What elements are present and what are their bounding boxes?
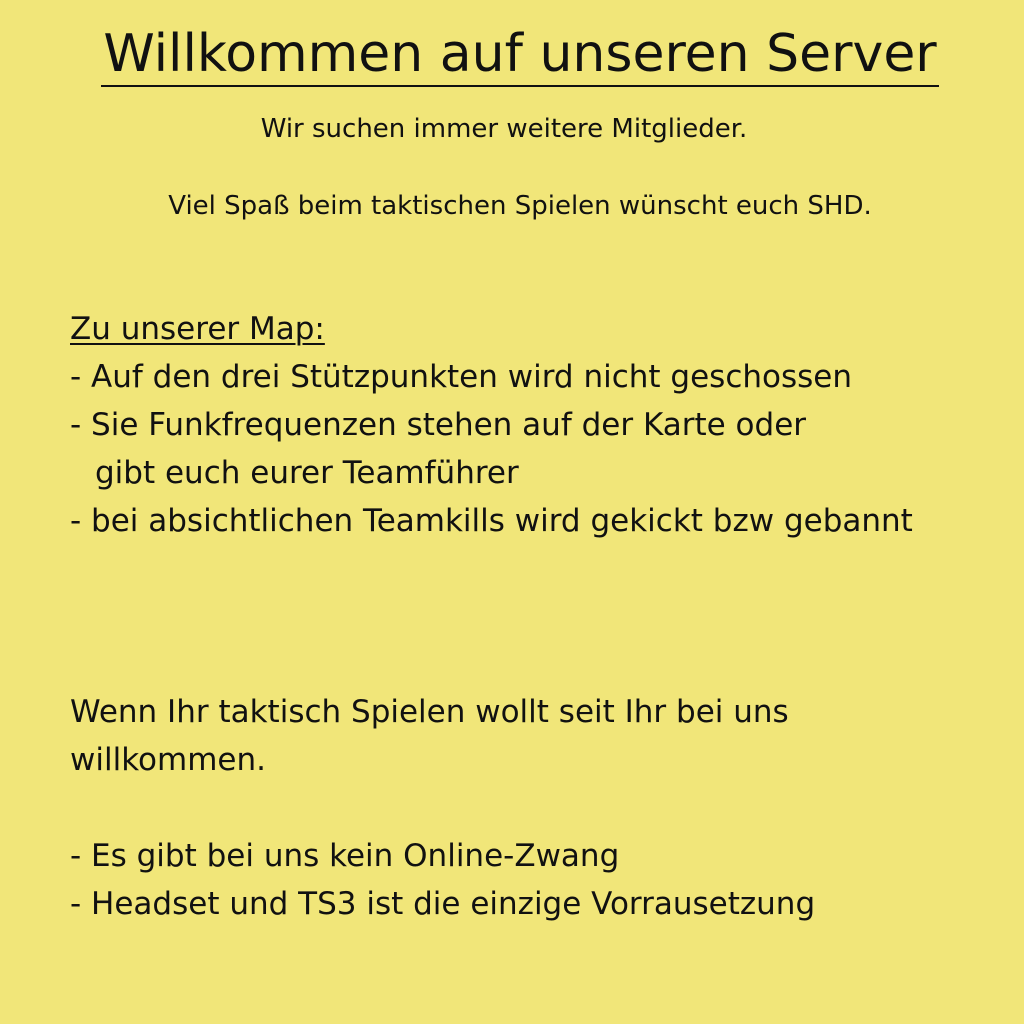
requirements-section: - Es gibt bei uns kein Online-Zwang - He… bbox=[70, 832, 815, 928]
requirement-item: - Es gibt bei uns kein Online-Zwang bbox=[70, 838, 620, 874]
map-rule-item: - Sie Funkfrequenzen stehen auf der Kart… bbox=[70, 407, 807, 443]
page-title-text: Willkommen auf unseren Server bbox=[101, 23, 939, 87]
greeting-text: Viel Spaß beim taktischen Spielen wünsch… bbox=[168, 191, 872, 221]
map-rules-heading: Zu unserer Map: bbox=[70, 311, 325, 347]
page-title: Willkommen auf unseren Server bbox=[0, 22, 1024, 87]
recruiting-text: Wir suchen immer weitere Mitglieder. bbox=[260, 114, 748, 144]
map-rule-item-continuation: gibt euch eurer Teamführer bbox=[95, 455, 519, 491]
welcome-section: Wenn Ihr taktisch Spielen wollt seit Ihr… bbox=[70, 688, 789, 784]
map-rules-section: Zu unserer Map: - Auf den drei Stützpunk… bbox=[70, 305, 913, 545]
welcome-text-line: Wenn Ihr taktisch Spielen wollt seit Ihr… bbox=[70, 694, 789, 730]
map-rule-item: - Auf den drei Stützpunkten wird nicht g… bbox=[70, 359, 852, 395]
welcome-text-line: willkommen. bbox=[70, 742, 266, 778]
requirement-item: - Headset und TS3 ist die einzige Vorrau… bbox=[70, 886, 816, 922]
map-rule-item: - bei absichtlichen Teamkills wird gekic… bbox=[70, 503, 913, 539]
poster: Willkommen auf unseren Server Wir suchen… bbox=[0, 0, 1024, 1024]
